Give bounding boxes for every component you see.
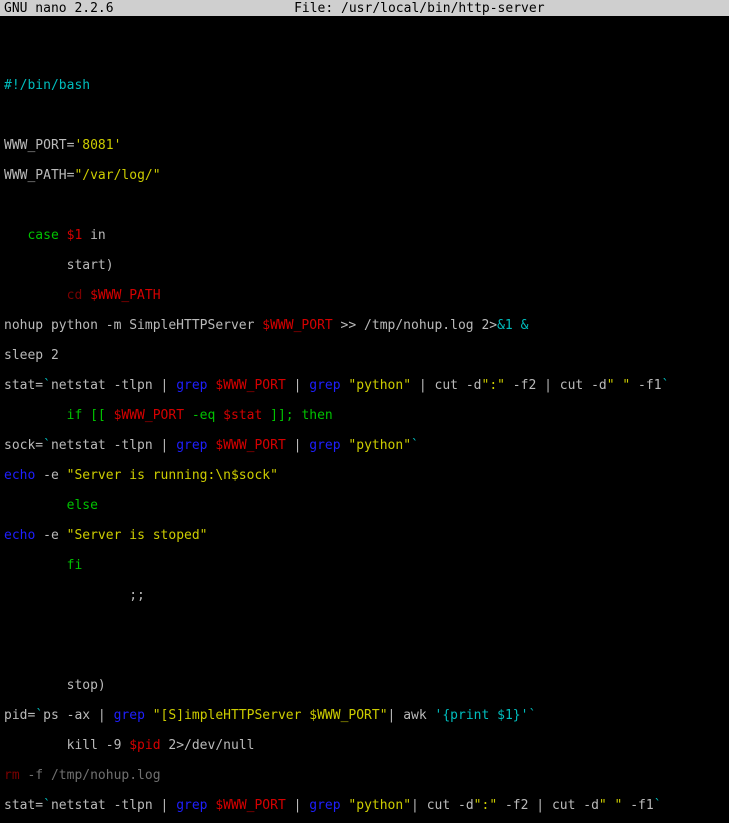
code-line: WWW_PATH="/var/log/" — [4, 168, 725, 183]
code-line: fi — [4, 558, 725, 573]
code-line: WWW_PORT='8081' — [4, 138, 725, 153]
code-line — [4, 618, 725, 633]
code-line: case $1 in — [4, 228, 725, 243]
code-line: nohup python -m SimpleHTTPServer $WWW_PO… — [4, 318, 725, 333]
code-line: stat=`netstat -tlpn | grep $WWW_PORT | g… — [4, 798, 725, 813]
code-line: echo -e "Server is running:\n$sock" — [4, 468, 725, 483]
code-line — [4, 108, 725, 123]
code-line: pid=`ps -ax | grep "[S]impleHTTPServer $… — [4, 708, 725, 723]
code-line: sock=`netstat -tlpn | grep $WWW_PORT | g… — [4, 438, 725, 453]
code-line: cd $WWW_PATH — [4, 288, 725, 303]
code-line: sleep 2 — [4, 348, 725, 363]
code-line: stat=`netstat -tlpn | grep $WWW_PORT | g… — [4, 378, 725, 393]
code-line — [4, 648, 725, 663]
nano-file-name: File: /usr/local/bin/http-server — [294, 2, 544, 15]
editor-viewport[interactable]: #!/bin/bash WWW_PORT='8081' WWW_PATH="/v… — [0, 16, 729, 823]
code-line — [4, 48, 725, 63]
nano-app-name: GNU nano 2.2.6 — [4, 2, 114, 15]
code-line: ;; — [4, 588, 725, 603]
code-line — [4, 198, 725, 213]
code-line: echo -e "Server is stoped" — [4, 528, 725, 543]
code-line: kill -9 $pid 2>/dev/null — [4, 738, 725, 753]
code-line: start) — [4, 258, 725, 273]
code-line: stop) — [4, 678, 725, 693]
code-line: #!/bin/bash — [4, 78, 725, 93]
code-line: if [[ $WWW_PORT -eq $stat ]]; then — [4, 408, 725, 423]
code-line: else — [4, 498, 725, 513]
code-line: rm -f /tmp/nohup.log — [4, 768, 725, 783]
nano-title-bar: GNU nano 2.2.6 File: /usr/local/bin/http… — [0, 0, 729, 16]
